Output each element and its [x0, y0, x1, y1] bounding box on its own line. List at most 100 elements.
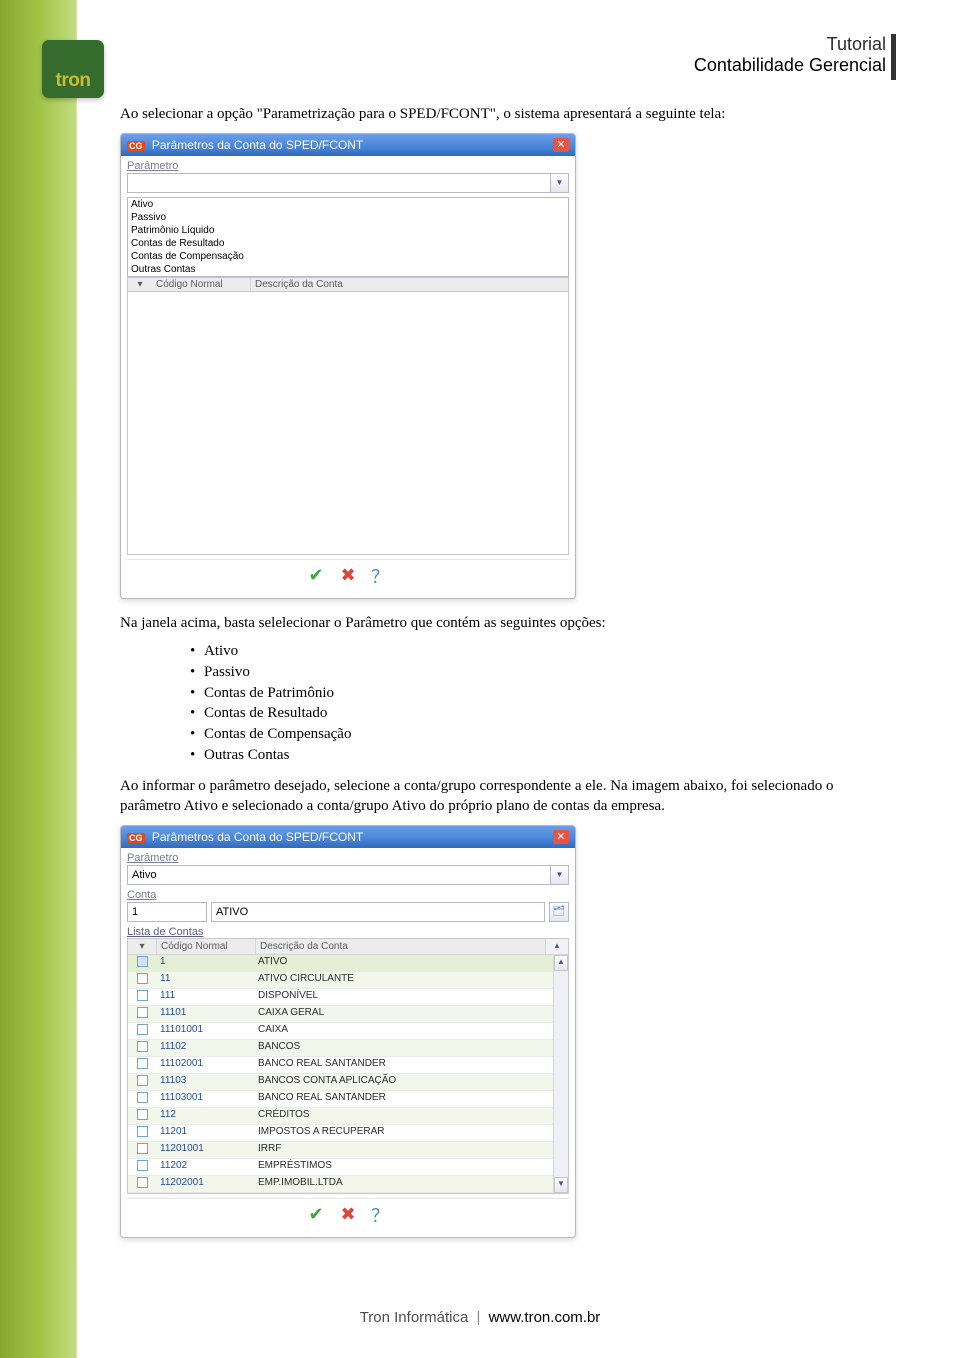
chevron-down-icon[interactable]: ▼: [550, 174, 568, 192]
scroll-up-arrow-icon[interactable]: ▲: [545, 939, 568, 954]
table-row[interactable]: 111DISPONÍVEL: [128, 989, 568, 1006]
account-icon: [128, 1023, 156, 1039]
conta-code-field[interactable]: 1: [127, 902, 207, 922]
intro-paragraph-1: Ao selecionar a opção "Parametrização pa…: [120, 104, 894, 125]
close-icon[interactable]: ✕: [553, 138, 569, 152]
close-icon[interactable]: ✕: [553, 830, 569, 844]
vertical-tutorial-title: Tutorial: [0, 1081, 5, 1303]
parametro-combo[interactable]: ▼: [127, 173, 569, 193]
row-codigo: 1: [156, 955, 254, 971]
row-codigo: 11103: [156, 1074, 254, 1090]
tron-logo: tron: [42, 40, 104, 98]
row-codigo: 11201001: [156, 1142, 254, 1158]
tron-logo-text: tron: [56, 70, 91, 92]
bullet-resultado: Contas de Resultado: [190, 703, 894, 724]
account-icon: [128, 1091, 156, 1107]
window-parametros-1: CG Parâmetros da Conta do SPED/FCONT ✕ P…: [120, 133, 576, 599]
row-codigo: 111: [156, 989, 254, 1005]
row-descricao: ATIVO CIRCULANTE: [254, 972, 546, 988]
parametro-label: Parâmetro: [127, 160, 569, 172]
lookup-icon[interactable]: 🗂: [549, 902, 569, 922]
account-icon: [128, 1108, 156, 1124]
chevron-down-icon[interactable]: ▼: [550, 866, 568, 884]
row-descricao: CAIXA GERAL: [254, 1006, 546, 1022]
table-row[interactable]: 11201001IRRF: [128, 1142, 568, 1159]
grid-header-descricao[interactable]: Descrição da Conta: [256, 939, 545, 954]
row-descricao: IRRF: [254, 1142, 546, 1158]
window2-app-badge: CG: [127, 833, 145, 843]
row-descricao: BANCO REAL SANTANDER: [254, 1057, 546, 1073]
bullet-outras: Outras Contas: [190, 745, 894, 766]
row-descricao: DISPONÍVEL: [254, 989, 546, 1005]
option-contas-resultado[interactable]: Contas de Resultado: [128, 237, 568, 250]
table-row[interactable]: 11103BANCOS CONTA APLICAÇÃO: [128, 1074, 568, 1091]
grid-header-codigo[interactable]: Código Normal: [152, 278, 251, 291]
table-row[interactable]: 11102BANCOS: [128, 1040, 568, 1057]
row-codigo: 11: [156, 972, 254, 988]
row-descricao: CAIXA: [254, 1023, 546, 1039]
row-codigo: 11101001: [156, 1023, 254, 1039]
account-icon: [128, 1074, 156, 1090]
option-passivo[interactable]: Passivo: [128, 211, 568, 224]
grid-header-descricao[interactable]: Descrição da Conta: [251, 278, 568, 291]
account-icon: [128, 972, 156, 988]
table-row[interactable]: 11202001EMP.IMOBIL.LTDA: [128, 1176, 568, 1193]
table-row[interactable]: 1ATIVO: [128, 955, 568, 972]
page-left-strip: [0, 0, 77, 1358]
table-row[interactable]: 11ATIVO CIRCULANTE: [128, 972, 568, 989]
window-parametros-2: CG Parâmetros da Conta do SPED/FCONT ✕ P…: [120, 825, 576, 1238]
account-icon: [128, 1176, 156, 1192]
footer-company: Tron Informática: [360, 1309, 469, 1326]
grid-header-codigo[interactable]: Código Normal: [157, 939, 256, 954]
scrollbar[interactable]: ▲ ▼: [553, 955, 568, 1193]
window2-title: Parâmetros da Conta do SPED/FCONT: [152, 830, 363, 844]
table-row[interactable]: 11202EMPRÉSTIMOS: [128, 1159, 568, 1176]
help-icon[interactable]: ？: [368, 566, 392, 586]
option-contas-compensacao[interactable]: Contas de Compensação: [128, 250, 568, 263]
scroll-down-arrow-icon[interactable]: ▼: [554, 1177, 568, 1193]
option-outras-contas[interactable]: Outras Contas: [128, 263, 568, 276]
intro-paragraph-2: Na janela acima, basta selelecionar o Pa…: [120, 613, 894, 634]
account-icon: [128, 1057, 156, 1073]
contas-grid: ▾ Código Normal Descrição da Conta ▲ 1AT…: [127, 938, 569, 1194]
grid-filter-icon[interactable]: ▾: [128, 939, 157, 954]
parametro-combo[interactable]: Ativo ▼: [127, 865, 569, 885]
bullet-compensacao: Contas de Compensação: [190, 724, 894, 745]
table-row[interactable]: 11103001BANCO REAL SANTANDER: [128, 1091, 568, 1108]
grid-filter-icon[interactable]: ▾: [128, 278, 152, 291]
confirm-icon[interactable]: ✔: [304, 566, 328, 586]
row-descricao: CRÉDITOS: [254, 1108, 546, 1124]
row-descricao: BANCOS: [254, 1040, 546, 1056]
cancel-icon[interactable]: ✖: [336, 566, 360, 586]
row-descricao: BANCO REAL SANTANDER: [254, 1091, 546, 1107]
row-descricao: EMP.IMOBIL.LTDA: [254, 1176, 546, 1192]
option-ativo[interactable]: Ativo: [128, 198, 568, 211]
bullet-ativo: Ativo: [190, 641, 894, 662]
row-descricao: BANCOS CONTA APLICAÇÃO: [254, 1074, 546, 1090]
table-row[interactable]: 11101001CAIXA: [128, 1023, 568, 1040]
row-codigo: 112: [156, 1108, 254, 1124]
option-patrimonio-liquido[interactable]: Patrimônio Líquido: [128, 224, 568, 237]
table-row[interactable]: 11201IMPOSTOS A RECUPERAR: [128, 1125, 568, 1142]
table-row[interactable]: 112CRÉDITOS: [128, 1108, 568, 1125]
row-codigo: 11101: [156, 1006, 254, 1022]
account-icon: [128, 1006, 156, 1022]
table-row[interactable]: 11102001BANCO REAL SANTANDER: [128, 1057, 568, 1074]
grid-header: ▾ Código Normal Descrição da Conta: [127, 277, 569, 292]
scroll-up-arrow-icon[interactable]: ▲: [554, 955, 568, 971]
account-icon: [128, 1040, 156, 1056]
cancel-icon[interactable]: ✖: [336, 1205, 360, 1225]
window1-app-badge: CG: [127, 141, 145, 151]
document-header-line1: Tutorial: [694, 34, 886, 55]
row-codigo: 11202001: [156, 1176, 254, 1192]
table-row[interactable]: 11101CAIXA GERAL: [128, 1006, 568, 1023]
help-icon[interactable]: ？: [368, 1205, 392, 1225]
row-codigo: 11102: [156, 1040, 254, 1056]
parametro-options-list[interactable]: Ativo Passivo Patrimônio Líquido Contas …: [127, 197, 569, 277]
conta-desc-field[interactable]: ATIVO: [211, 902, 545, 922]
intro-paragraph-3: Ao informar o parâmetro desejado, seleci…: [120, 776, 894, 817]
confirm-icon[interactable]: ✔: [304, 1205, 328, 1225]
grid-body-empty: [127, 292, 569, 555]
row-descricao: EMPRÉSTIMOS: [254, 1159, 546, 1175]
row-descricao: IMPOSTOS A RECUPERAR: [254, 1125, 546, 1141]
